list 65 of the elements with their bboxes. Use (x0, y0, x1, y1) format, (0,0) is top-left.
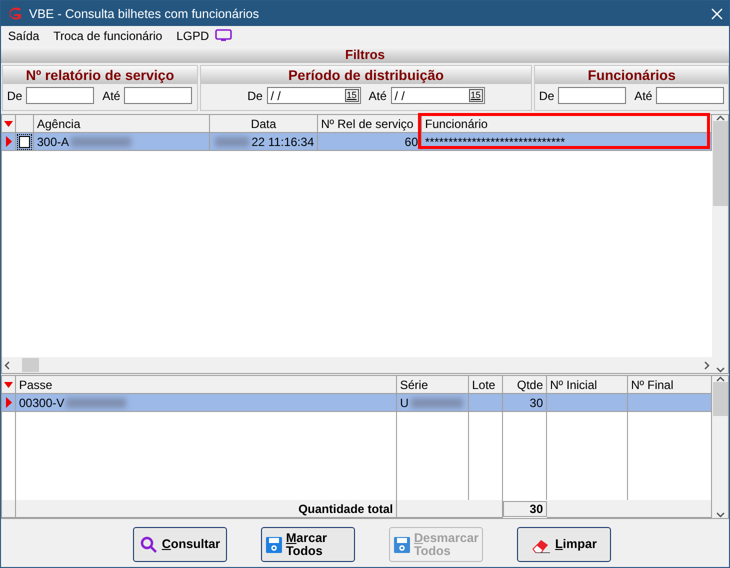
app-logo-icon (7, 6, 23, 20)
window-title: VBE - Consulta bilhetes com funcionários (29, 6, 260, 20)
action-button[interactable]: Limpar (517, 527, 611, 562)
column-header[interactable]: Passe (19, 378, 52, 392)
total-label: Quantidade total (298, 502, 393, 516)
sort-arrow-icon[interactable] (4, 120, 13, 126)
scrollbar-thumb[interactable] (712, 121, 728, 206)
scrollbar-thumb[interactable] (22, 358, 39, 372)
calendar-button[interactable]: 15 (344, 89, 359, 102)
sort-arrow-icon[interactable] (4, 382, 13, 388)
vertical-scrollbar[interactable] (712, 376, 728, 518)
input-field[interactable] (124, 87, 192, 104)
search-icon (140, 536, 158, 554)
column-header[interactable]: Nº Inicial (550, 378, 598, 392)
input-field[interactable] (656, 87, 724, 104)
group-header: Nº relatório de serviço (3, 66, 197, 84)
table-cell: 30 (530, 396, 543, 410)
table-cell: 00300-V (19, 396, 64, 410)
field-label: De (539, 88, 554, 102)
scroll-up-icon[interactable] (716, 115, 724, 121)
column-header[interactable]: Agência (37, 116, 80, 130)
table-cell: 22 11:16:34 (251, 134, 314, 148)
menu-item[interactable]: Saída (8, 28, 40, 42)
field-label: De (247, 88, 263, 102)
column-header[interactable]: Nº Rel de serviço (321, 116, 414, 130)
vertical-scrollbar[interactable] (712, 115, 728, 373)
field-label: De (7, 88, 22, 102)
scroll-down-icon[interactable] (716, 367, 724, 373)
close-icon[interactable] (711, 8, 723, 20)
table-cell: 60 (404, 134, 418, 148)
total-value: 30 (530, 502, 543, 516)
field-label: Até (102, 88, 120, 102)
column-header[interactable]: Funcionário (425, 116, 488, 130)
group-header: Funcionários (535, 66, 728, 84)
action-button[interactable]: Marcar Todos (261, 527, 355, 562)
column-header[interactable]: Série (400, 378, 428, 392)
monitor-icon (215, 29, 232, 42)
action-button[interactable]: Consultar (133, 527, 227, 562)
row-pointer-icon (6, 136, 12, 147)
horizontal-scrollbar[interactable] (2, 357, 712, 373)
filters-header: Filtros (1, 47, 729, 63)
row-pointer-icon (6, 397, 12, 408)
column-header[interactable]: Qtde (516, 378, 543, 392)
table-cell: U (400, 396, 409, 410)
date-field[interactable]: / / 15 (390, 87, 485, 104)
date-field[interactable]: / / 15 (266, 87, 361, 104)
scroll-left-icon[interactable] (4, 360, 10, 370)
field-label: Até (368, 88, 387, 102)
scroll-right-icon[interactable] (704, 360, 710, 370)
group-header: Período de distribuição (201, 66, 531, 84)
column-header[interactable]: Data (250, 116, 276, 130)
scroll-up-icon[interactable] (716, 376, 724, 382)
column-header[interactable]: Nº Final (631, 378, 674, 392)
calendar-button[interactable]: 15 (468, 89, 483, 102)
menu-item[interactable]: Troca de funcionário (53, 28, 162, 42)
menu-item[interactable]: LGPD (176, 28, 232, 42)
table-cell: 300-A (37, 134, 70, 148)
scroll-down-icon[interactable] (716, 512, 724, 518)
scrollbar-thumb[interactable] (712, 382, 728, 416)
checkbox[interactable] (19, 136, 30, 148)
field-label: Até (634, 88, 652, 102)
input-field[interactable] (26, 87, 94, 104)
column-header[interactable]: Lote (472, 378, 496, 392)
input-field[interactable] (558, 87, 626, 104)
table-cell: ****************************** (425, 134, 566, 148)
